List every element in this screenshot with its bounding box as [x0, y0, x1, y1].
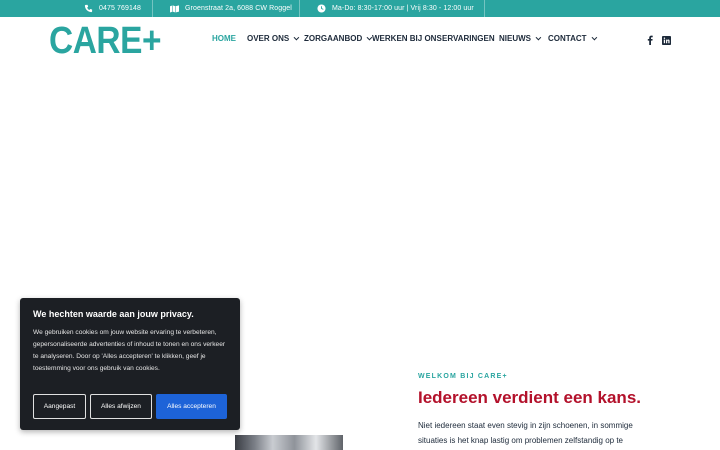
welcome-eyebrow: WELKOM BIJ CARE+ [418, 373, 508, 380]
clock-icon [317, 4, 326, 13]
cookie-description: We gebruiken cookies om jouw website erv… [33, 329, 226, 372]
chevron-down-icon [293, 34, 300, 40]
topbar-divider [152, 0, 153, 17]
customize-button[interactable]: Aangepast [33, 394, 86, 419]
nav-label: WERKEN BIJ ONS [372, 34, 442, 43]
nav-label: ZORGAANBOD [304, 34, 363, 43]
nav-label: OVER ONS [247, 34, 290, 43]
nav-contact[interactable]: CONTACT [548, 34, 597, 43]
nav-nieuws[interactable]: NIEUWS [499, 34, 542, 43]
nav-werken-bij-ons[interactable]: WERKEN BIJ ONS [372, 34, 442, 43]
nav-over-ons[interactable]: OVER ONS [247, 34, 300, 43]
nav-label: NIEUWS [499, 34, 531, 43]
linkedin-icon[interactable] [661, 35, 671, 45]
chevron-down-icon [535, 34, 542, 40]
cookie-consent-banner: We hechten waarde aan jouw privacy. We g… [20, 298, 240, 430]
phone-info[interactable]: 0475 769148 [84, 0, 141, 17]
reject-all-button[interactable]: Alles afwijzen [90, 394, 152, 419]
welcome-headline: Iedereen verdient een kans. [418, 388, 641, 407]
nav-ervaringen[interactable]: ERVARINGEN [442, 34, 495, 43]
welcome-body: Niet iedereen staat even stevig in zijn … [418, 421, 633, 445]
accept-all-button[interactable]: Alles accepteren [156, 394, 227, 419]
top-info-bar: 0475 769148 Groenstraat 2a, 6088 CW Rogg… [0, 0, 720, 17]
hours-info: Ma-Do: 8:30-17:00 uur | Vrij 8:30 - 12:0… [317, 0, 474, 17]
facebook-icon[interactable] [645, 35, 655, 45]
site-header: CARE+ HOME OVER ONS ZORGAANBOD WERKEN BI… [0, 17, 720, 65]
nav-zorgaanbod[interactable]: ZORGAANBOD [304, 34, 373, 43]
topbar-divider [484, 0, 485, 17]
phone-number[interactable]: 0475 769148 [99, 5, 141, 12]
site-logo[interactable]: CARE+ [49, 20, 162, 63]
nav-home[interactable]: HOME [212, 34, 236, 43]
nav-label: ERVARINGEN [442, 34, 495, 43]
hours-text: Ma-Do: 8:30-17:00 uur | Vrij 8:30 - 12:0… [332, 5, 474, 12]
cookie-title: We hechten waarde aan jouw privacy. [33, 309, 194, 319]
hero-photo [235, 435, 343, 450]
welcome-section: WELKOM BIJ CARE+ Iedereen verdient een k… [418, 373, 658, 448]
address-text: Groenstraat 2a, 6088 CW Roggel [185, 5, 292, 12]
nav-label: HOME [212, 34, 236, 43]
topbar-divider [299, 0, 300, 17]
map-icon [170, 4, 179, 13]
address-info: Groenstraat 2a, 6088 CW Roggel [170, 0, 292, 17]
phone-icon [84, 4, 93, 13]
chevron-down-icon [591, 34, 597, 40]
nav-label: CONTACT [548, 34, 587, 43]
